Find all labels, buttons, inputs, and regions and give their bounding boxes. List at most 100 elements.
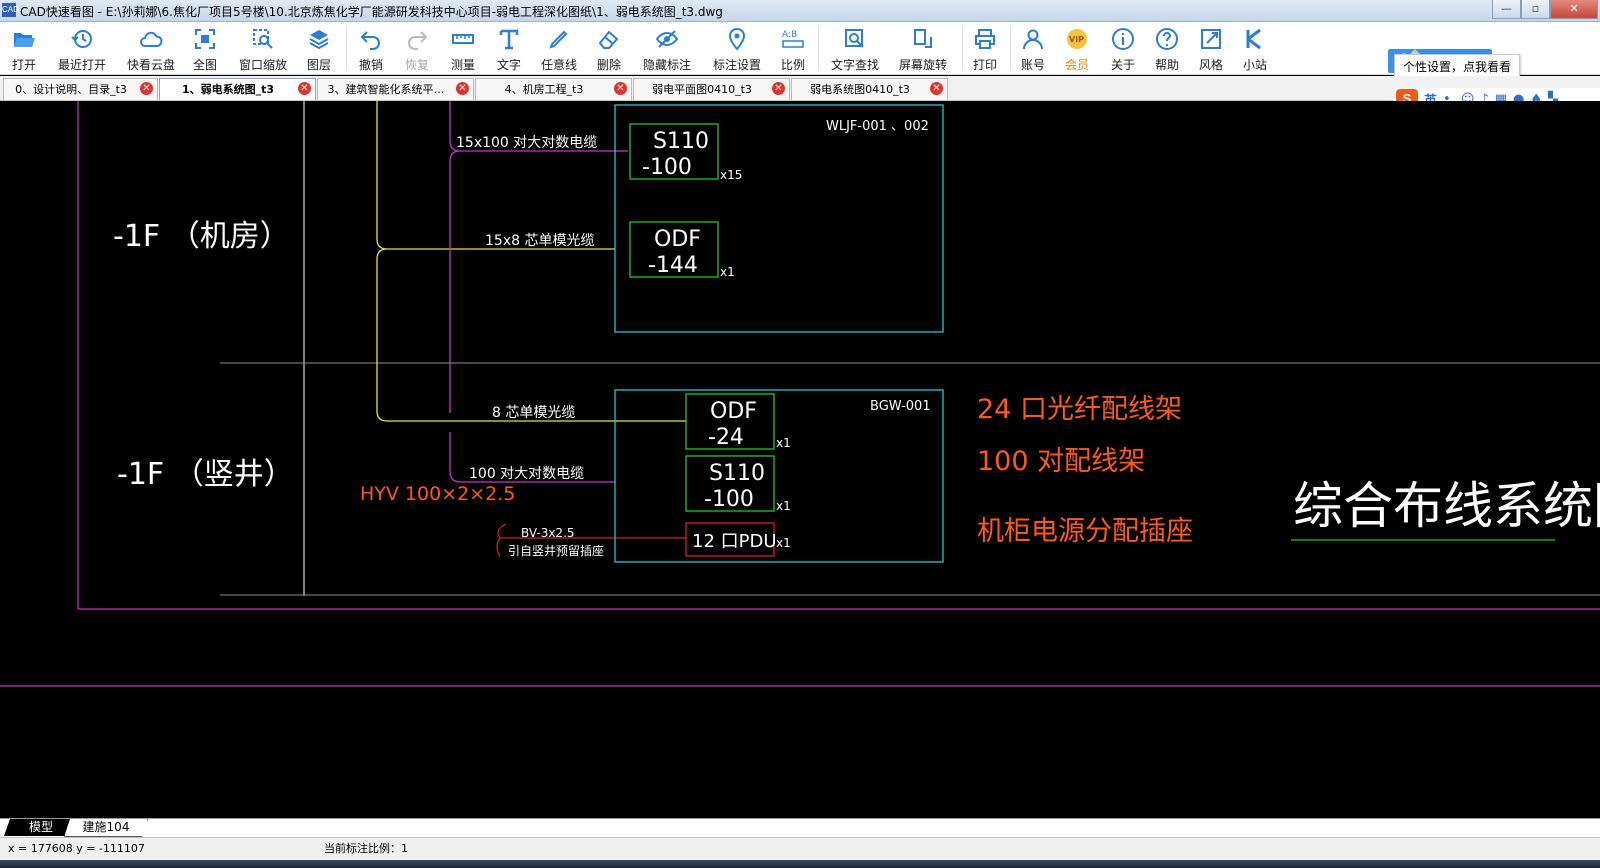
close-tab-icon[interactable]: ✕	[456, 82, 469, 95]
eraser-icon	[598, 30, 619, 49]
account-button[interactable]: 账号	[1018, 25, 1048, 73]
printer-icon	[975, 29, 995, 49]
main-toolbar: 打开 最近打开 快看云盘 全图 窗口缩放 图层 撤销 恢复 测量 文字 任意线	[0, 22, 1600, 75]
drawing-title: 综合布线系统图	[1293, 477, 1600, 535]
device-label: -100	[704, 487, 754, 512]
layers-icon	[309, 30, 329, 50]
undo-icon	[360, 31, 380, 50]
hide-annotation-button[interactable]: 隐藏标注	[640, 25, 694, 73]
svg-text:VIP: VIP	[1069, 35, 1084, 44]
device-label: 12 口PDU	[692, 531, 777, 552]
status-bar: x = 177608 y = -111107 当前标注比例：1	[0, 837, 1600, 860]
undo-button[interactable]: 撤销	[356, 25, 386, 73]
quantity-label: x1	[776, 436, 791, 450]
drawing-canvas[interactable]: -1F （机房） -1F （竖井） 15x100 对大对数电缆 15x8 芯单模…	[0, 101, 1600, 817]
measure-icon	[452, 34, 474, 44]
device-label: ODF	[710, 399, 757, 424]
layout-tabs: 模型 建施104	[0, 818, 1600, 837]
cloud-drive-button[interactable]: 快看云盘	[124, 25, 178, 73]
user-icon	[1023, 29, 1043, 50]
minimize-button[interactable]: —	[1492, 0, 1521, 19]
cable-label: 引自竖井预留插座	[508, 543, 604, 558]
freeline-button[interactable]: 任意线	[538, 25, 580, 73]
close-tab-icon[interactable]: ✕	[930, 82, 943, 95]
tab-building-intelligence[interactable]: 3、建筑智能化系统平… ✕	[317, 78, 474, 100]
help-button[interactable]: 帮助	[1152, 25, 1182, 73]
device-label: -24	[708, 425, 744, 450]
tab-weak-current-system-0410[interactable]: 弱电系统图0410_t3 ✕	[791, 78, 948, 100]
maximize-button[interactable]: ▫	[1521, 0, 1550, 19]
text-button[interactable]: 文字	[494, 25, 524, 73]
layers-button[interactable]: 图层	[304, 25, 334, 73]
cad-drawing[interactable]: -1F （机房） -1F （竖井） 15x100 对大对数电缆 15x8 芯单模…	[0, 101, 1600, 817]
device-label: S110	[653, 129, 709, 154]
vip-button[interactable]: VIP 会员	[1062, 25, 1092, 73]
text-icon	[499, 29, 519, 50]
taskbar	[0, 860, 1600, 868]
fit-screen-icon	[195, 29, 215, 49]
zoom-window-icon	[253, 29, 273, 49]
cabinet-id-label: WLJF-001 、002	[826, 119, 929, 134]
tab-layout-jianshi104[interactable]: 建施104	[64, 819, 148, 837]
window-zoom-button[interactable]: 窗口缩放	[236, 25, 290, 73]
scale-button[interactable]: A:B 比例	[778, 25, 808, 73]
quantity-label: x15	[720, 168, 742, 182]
style-button[interactable]: 风格	[1196, 25, 1226, 73]
legend-fiber-panel: 24 口光纤配线架	[977, 394, 1182, 425]
site-button[interactable]: 小站	[1240, 25, 1270, 73]
toolbar-divider	[962, 26, 963, 70]
redo-button[interactable]: 恢复	[402, 25, 432, 73]
cursor-coordinates: x = 177608 y = -111107	[8, 842, 145, 855]
window-title: CAD快速看图 - E:\孙莉娜\6.焦化厂项目5号楼\10.北京炼焦化学厂能源…	[20, 5, 723, 19]
print-button[interactable]: 打印	[970, 25, 1000, 73]
quantity-label: x1	[720, 265, 735, 279]
about-button[interactable]: 关于	[1108, 25, 1138, 73]
cable-label: 15x100 对大对数电缆	[456, 135, 597, 151]
measure-button[interactable]: 测量	[448, 25, 478, 73]
quantity-label: x1	[776, 536, 791, 550]
delete-button[interactable]: 删除	[594, 25, 624, 73]
info-icon	[1112, 28, 1134, 50]
rotate-icon	[914, 29, 932, 48]
close-tab-icon[interactable]: ✕	[140, 82, 153, 95]
device-label: ODF	[654, 227, 701, 252]
fit-all-button[interactable]: 全图	[190, 25, 220, 73]
close-button[interactable]: ✕	[1550, 0, 1598, 19]
close-tab-icon[interactable]: ✕	[614, 82, 627, 95]
document-tabs: 0、设计说明、目录_t3 ✕ 1、弱电系统图_t3 ✕ 3、建筑智能化系统平… …	[0, 76, 1600, 101]
device-label: -100	[642, 155, 692, 180]
annotation-settings-button[interactable]: 标注设置	[710, 25, 764, 73]
cabinet-id-label: BGW-001	[870, 399, 931, 414]
app-logo-icon: CAD	[2, 3, 19, 17]
vip-icon: VIP	[1067, 29, 1087, 49]
redo-icon	[408, 31, 428, 50]
tab-weak-current-system[interactable]: 1、弱电系统图_t3 ✕	[159, 78, 316, 100]
window-controls: — ▫ ✕	[1492, 0, 1598, 19]
text-search-button[interactable]: 文字查找	[828, 25, 882, 73]
help-icon	[1156, 28, 1178, 50]
close-tab-icon[interactable]: ✕	[772, 82, 785, 95]
tab-weak-current-plan[interactable]: 弱电平面图0410_t3 ✕	[633, 78, 790, 100]
cable-label: 15x8 芯单模光缆	[485, 233, 594, 249]
toolbar-divider	[818, 26, 819, 70]
device-label: S110	[709, 461, 765, 486]
open-button[interactable]: 打开	[8, 25, 40, 73]
text-search-icon	[845, 29, 864, 48]
rotate-screen-button[interactable]: 屏幕旋转	[896, 25, 950, 73]
pen-icon	[549, 30, 568, 49]
recent-button[interactable]: 最近打开	[54, 25, 110, 73]
style-icon	[1201, 29, 1221, 49]
power-cable-bracket	[496, 523, 507, 558]
close-tab-icon[interactable]: ✕	[298, 82, 311, 95]
floor-label-shaft: -1F （竖井）	[117, 457, 294, 492]
tab-design-notes[interactable]: 0、设计说明、目录_t3 ✕	[3, 78, 158, 100]
history-icon	[71, 30, 92, 48]
eye-hide-icon	[655, 30, 679, 48]
tab-machine-room[interactable]: 4、机房工程_t3 ✕	[475, 78, 632, 100]
device-label: -144	[648, 253, 698, 278]
cable-label: BV-3x2.5	[521, 526, 575, 540]
folder-open-icon	[14, 33, 35, 47]
cable-label: 8 芯单模光缆	[492, 405, 575, 421]
title-bar: CAD CAD快速看图 - E:\孙莉娜\6.焦化厂项目5号楼\10.北京炼焦化…	[0, 0, 1600, 22]
cloud-icon	[140, 31, 163, 47]
